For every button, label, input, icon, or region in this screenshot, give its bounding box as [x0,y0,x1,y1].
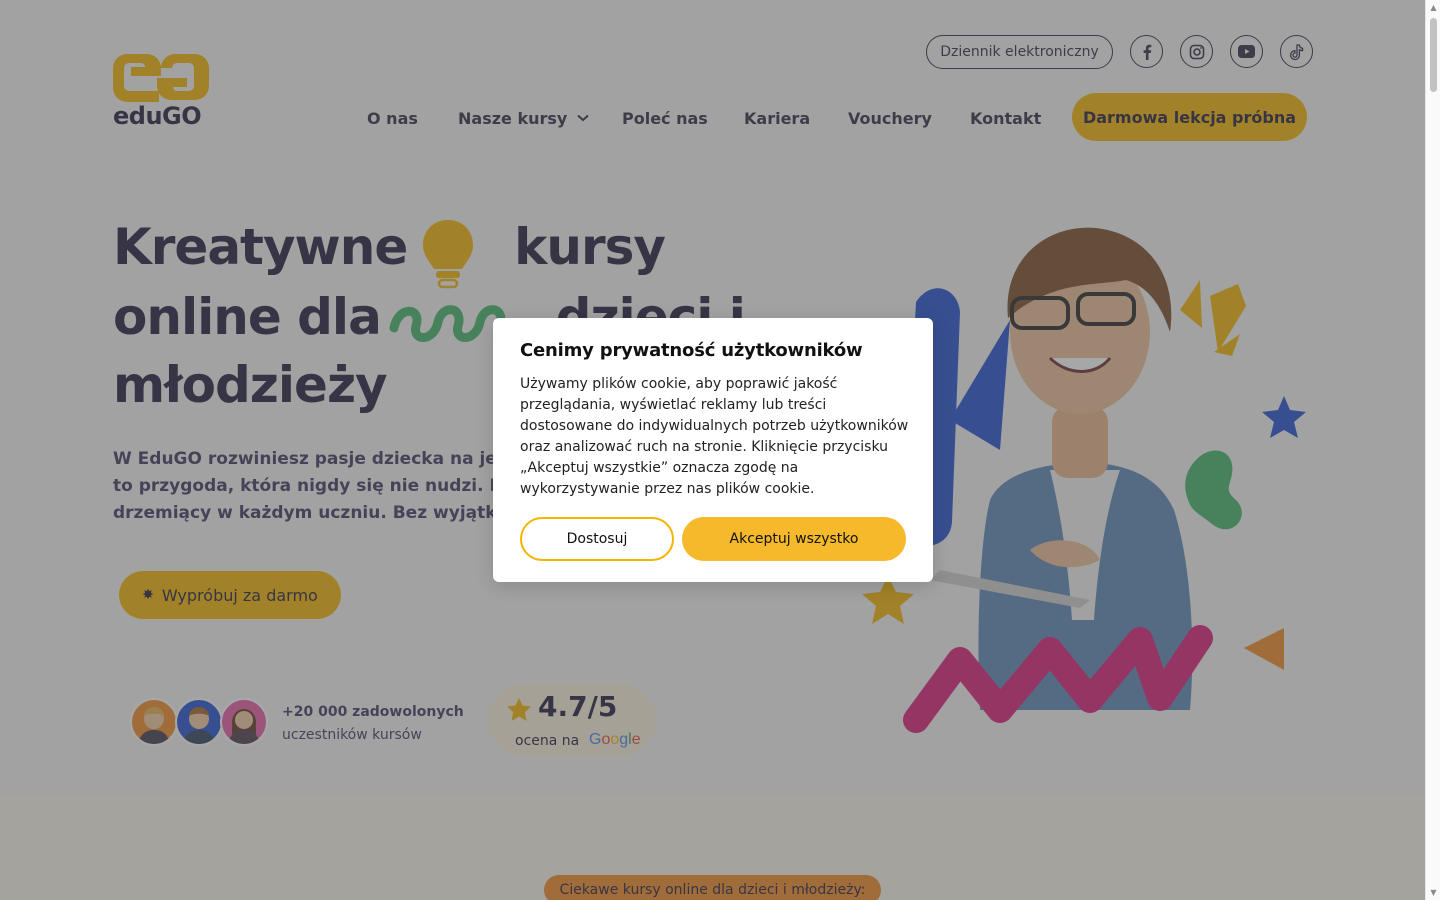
cookie-dialog-title: Cenimy prywatność użytkowników [520,340,863,361]
scroll-down-icon[interactable]: ▼ [1429,888,1438,897]
cookie-dialog-text: Używamy plików cookie, aby poprawić jako… [520,376,909,497]
cookie-consent-dialog: Cenimy prywatność użytkowników Używamy p… [493,318,933,582]
scrollbar-thumb[interactable] [1430,18,1437,92]
scroll-up-icon[interactable]: ▲ [1429,3,1438,12]
accept-all-cookies-button[interactable]: Akceptuj wszystko [682,517,906,561]
customize-cookies-button[interactable]: Dostosuj [520,517,674,561]
page-scrollbar[interactable]: ▲ ▼ [1425,0,1440,900]
page: eduGO Dziennik elektroniczny O nas Nasze… [0,0,1425,900]
